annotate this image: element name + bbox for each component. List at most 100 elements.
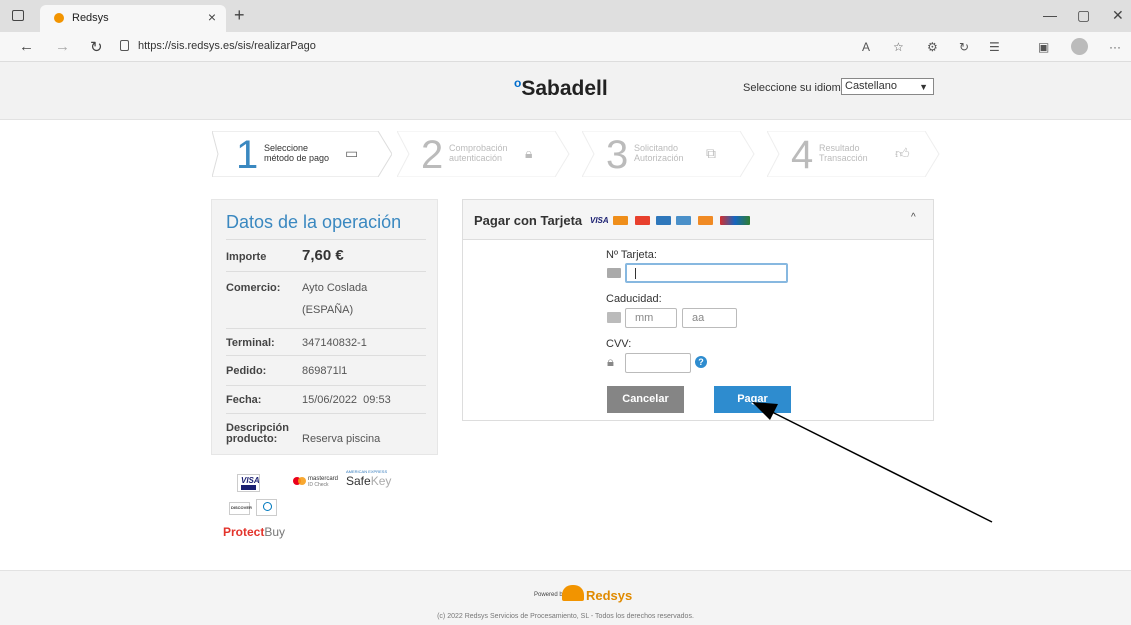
thumbs-up-icon: 👍︎ <box>895 145 910 161</box>
step-line2: método de pago <box>264 153 330 163</box>
tab-close-icon[interactable]: × <box>208 9 216 25</box>
row-terminal: Terminal: 347140832-1 <box>226 328 426 355</box>
row-fecha: Fecha: 15/06/2022 09:53 <box>226 385 426 413</box>
new-tab-icon[interactable]: + <box>234 5 245 26</box>
extension-icon[interactable]: ⚙ <box>927 40 938 54</box>
copyright-text: (c) 2022 Redsys Servicios de Procesamien… <box>437 613 694 620</box>
calendar-icon <box>607 312 621 323</box>
refresh-icon[interactable]: ↻ <box>90 38 103 56</box>
close-window-icon[interactable]: ✕ <box>1112 7 1124 24</box>
tab-title: Redsys <box>72 12 109 24</box>
protectbuy-part2: Buy <box>264 525 286 539</box>
more-icon[interactable]: ··· <box>1109 40 1121 54</box>
step-line1: Resultado <box>819 143 860 153</box>
cvv-help-icon[interactable]: ? <box>695 356 707 368</box>
favorites-list-icon[interactable]: ☰ <box>989 40 1000 54</box>
card-icon: ▭ <box>345 145 359 161</box>
protectbuy-logo: ProtectBuy <box>223 525 285 539</box>
cvv-input[interactable] <box>625 353 691 373</box>
site-header: oSabadell Seleccione su idioma Castellan… <box>0 62 1131 120</box>
sabadell-logo: oSabadell <box>514 76 608 101</box>
row-key: Pedido: <box>226 365 267 377</box>
card-panel-header[interactable]: Pagar con Tarjeta VISA ^ <box>463 200 933 240</box>
row-pedido: Pedido: 869871l1 <box>226 355 426 385</box>
tab-actions-icon[interactable] <box>12 10 24 21</box>
step-line2: Autorización <box>634 153 684 163</box>
forward-icon[interactable]: → <box>55 38 70 55</box>
card-panel-title: Pagar con Tarjeta <box>474 213 583 228</box>
mastercard-chip-icon <box>613 216 628 225</box>
row-key: Terminal: <box>226 337 275 349</box>
unionpay-chip-icon <box>720 216 750 225</box>
collapse-icon[interactable]: ^ <box>911 212 916 223</box>
expiry-year-input[interactable]: aa <box>682 308 737 328</box>
language-label: Seleccione su idioma <box>743 82 847 94</box>
card-number-input[interactable] <box>625 263 788 283</box>
row-value: 15/06/2022 09:53 <box>302 394 391 406</box>
amex-chip-icon <box>656 216 671 225</box>
logo-text: Sabadell <box>521 77 608 100</box>
address-bar-row: ← → ↻ https://sis.redsys.es/sis/realizar… <box>0 32 1131 62</box>
step-line2: autenticación <box>449 153 503 163</box>
step-line1: Solicitando <box>634 143 679 153</box>
discover-logo: DISCOVER <box>229 502 252 515</box>
discover-text: DISCOVER <box>231 505 252 510</box>
collections-icon[interactable]: ▣ <box>1038 40 1049 54</box>
read-aloud-icon[interactable]: A <box>862 40 870 54</box>
mastercard-id-check-text: ID Check <box>308 482 329 488</box>
favorite-icon[interactable]: ☆ <box>893 40 904 54</box>
row-key: Comercio: <box>226 282 281 294</box>
annotation-arrow <box>752 402 993 523</box>
cancel-button[interactable]: Cancelar <box>607 386 684 413</box>
cvv-label: CVV: <box>606 338 632 350</box>
profile-avatar[interactable] <box>1071 38 1088 55</box>
back-icon[interactable]: ← <box>19 38 34 55</box>
step-number: 2 <box>421 133 444 177</box>
chevron-down-icon: ▼ <box>919 82 928 92</box>
authorization-icon: ⧉ <box>706 145 716 161</box>
row-value-line2: (ESPAÑA) <box>302 304 354 316</box>
maestro-chip-icon <box>635 216 650 225</box>
step-label: Seleccione método de pago <box>264 143 329 163</box>
lock-icon: 🔒︎ <box>607 354 614 369</box>
row-value: Ayto Coslada <box>302 282 368 294</box>
restore-icon[interactable]: ▢ <box>1077 7 1090 24</box>
step-number: 1 <box>236 133 259 177</box>
redsys-logo-text: Redsys <box>586 588 633 603</box>
step-4: 4 Resultado Transacción 👍︎ <box>767 131 937 177</box>
protectbuy-part1: Protect <box>223 525 265 539</box>
lock-icon <box>120 40 129 51</box>
step-label: Comprobación autenticación <box>449 143 508 163</box>
visa-band <box>241 485 256 490</box>
minimize-icon[interactable]: — <box>1043 7 1057 23</box>
operation-panel: Datos de la operación Importe 7,60 € Com… <box>211 199 438 455</box>
step-label: Resultado Transacción <box>819 143 868 163</box>
expiry-label: Caducidad: <box>606 293 662 305</box>
row-value: 869871l1 <box>302 365 348 377</box>
step-line2: Transacción <box>819 153 868 163</box>
step-line1: Comprobación <box>449 143 508 153</box>
step-1: 1 Seleccione método de pago ▭ <box>212 131 382 177</box>
diners-chip-icon <box>676 216 691 225</box>
language-select[interactable]: Castellano ▼ <box>841 78 934 95</box>
safekey-part2: Key <box>370 474 392 488</box>
operation-title: Datos de la operación <box>226 212 402 232</box>
diners-circle-icon <box>263 502 272 511</box>
redsys-favicon-icon <box>54 13 64 23</box>
row-value: 347140832-1 <box>302 337 367 349</box>
step-2: 2 Comprobación autenticación 🔒︎ <box>397 131 567 177</box>
row-key: Fecha: <box>226 394 262 406</box>
row-importe: Importe 7,60 € <box>226 240 426 271</box>
expiry-month-input[interactable]: mm <box>625 308 677 328</box>
browser-tab-bar: Redsys × + — ▢ ✕ <box>0 0 1131 32</box>
row-value: Reserva piscina <box>302 433 381 445</box>
step-number: 3 <box>606 133 629 177</box>
tab-redsys[interactable]: Redsys × <box>40 5 226 32</box>
step-label: Solicitando Autorización <box>634 143 684 163</box>
url-field[interactable]: https://sis.redsys.es/sis/realizarPago <box>138 40 316 52</box>
refresh-extension-icon[interactable]: ↻ <box>959 40 969 54</box>
row-descripcion: Descripción producto: Reserva piscina <box>226 413 426 453</box>
safekey-logo: SafeKey <box>346 474 391 488</box>
visa-chip-icon: VISA <box>590 216 609 225</box>
visa-text: VISA <box>241 476 260 485</box>
